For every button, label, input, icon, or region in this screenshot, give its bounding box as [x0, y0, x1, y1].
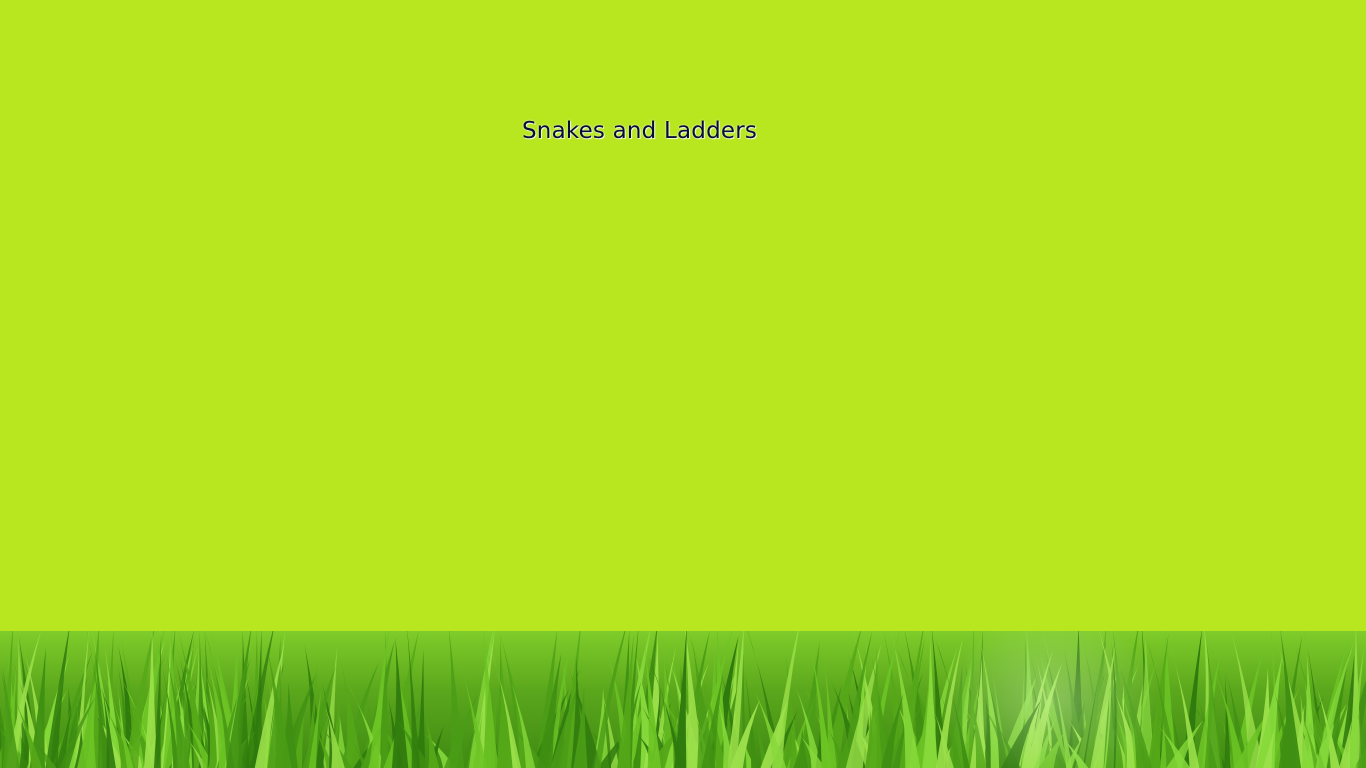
grass-blade: [448, 631, 465, 768]
grass-ground: [0, 631, 1366, 768]
light-glow: [940, 631, 1160, 768]
game-title: Snakes and Ladders: [522, 118, 758, 144]
game-stage: Snakes and Ladders: [0, 0, 1366, 768]
grass-blade: [496, 645, 513, 768]
grass-illustration: [0, 631, 1366, 768]
